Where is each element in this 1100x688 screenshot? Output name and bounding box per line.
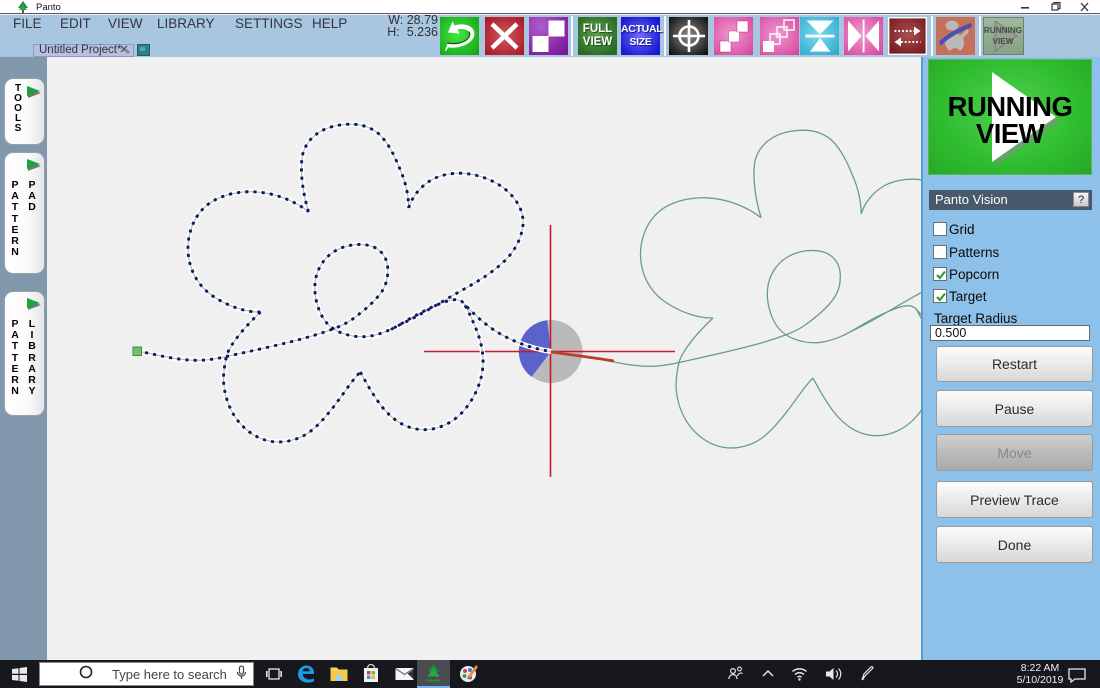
svg-text:RUNNING: RUNNING: [984, 26, 1022, 35]
svg-text:VIEW: VIEW: [993, 37, 1014, 46]
svg-text:VIEW: VIEW: [976, 118, 1045, 149]
